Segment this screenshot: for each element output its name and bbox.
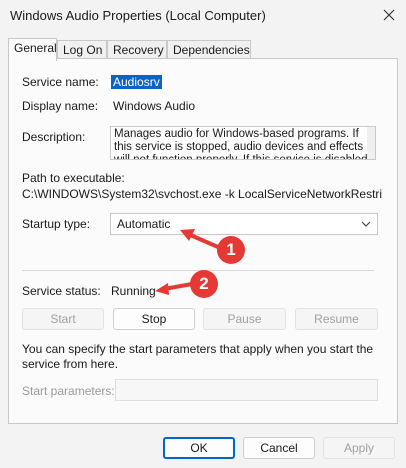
annotation-arrows [155, 229, 220, 295]
annotation-callout-1: 1 [217, 236, 245, 264]
tab-general[interactable]: General [8, 38, 57, 61]
annotation-callout-2: 2 [190, 270, 218, 298]
